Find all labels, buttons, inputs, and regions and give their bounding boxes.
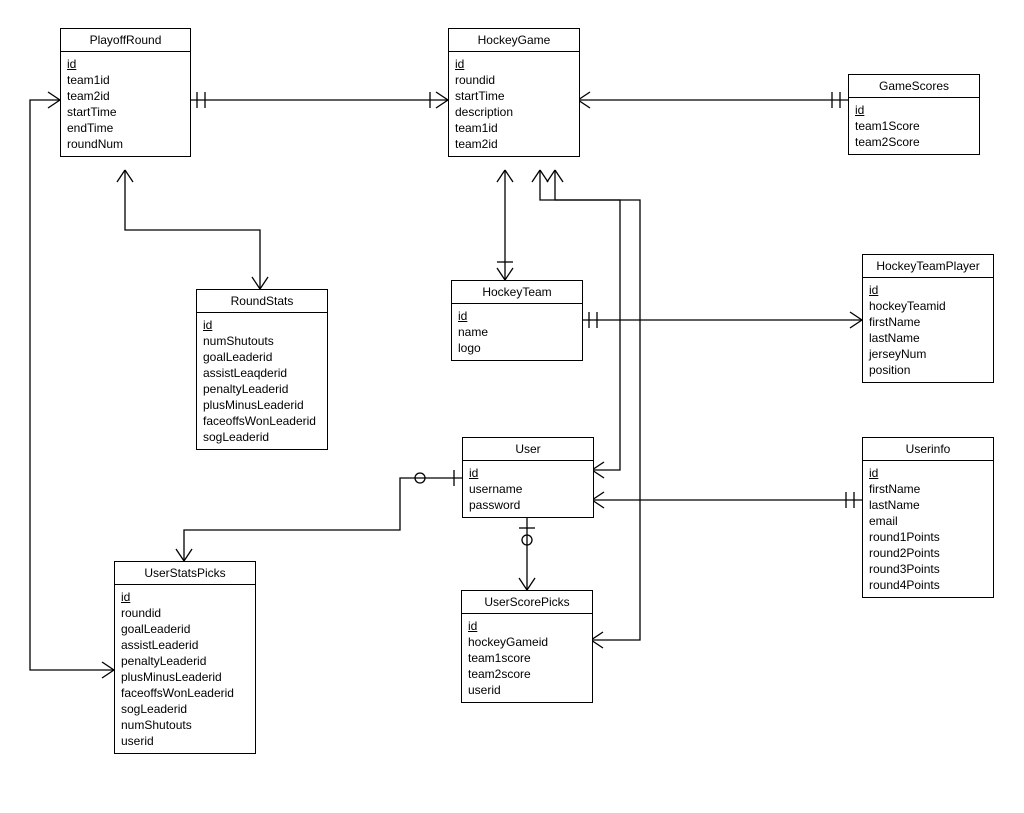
entity-attr: penaltyLeaderid: [121, 653, 249, 669]
entity-attr: team2score: [468, 666, 586, 682]
entity-attr: logo: [458, 340, 576, 356]
entity-attr: lastName: [869, 330, 987, 346]
entity-attr: roundNum: [67, 136, 184, 152]
entity-attr: startTime: [67, 104, 184, 120]
entity-attr: sogLeaderid: [203, 429, 321, 445]
entity-attr: endTime: [67, 120, 184, 136]
entity-attr: userid: [468, 682, 586, 698]
entity-gamescores: GameScores idteam1Scoreteam2Score: [848, 74, 980, 155]
entity-attr: assistLeaqderid: [203, 365, 321, 381]
entity-attr: team1Score: [855, 118, 973, 134]
entity-attr: password: [469, 497, 587, 513]
entity-attr: jerseyNum: [869, 346, 987, 362]
entity-attr: id: [869, 465, 987, 481]
entity-attr: assistLeaderid: [121, 637, 249, 653]
entity-roundstats: RoundStats idnumShutoutsgoalLeaderidassi…: [196, 289, 328, 450]
entity-attrs: idhockeyTeamidfirstNamelastNamejerseyNum…: [863, 278, 993, 382]
entity-attr: team2Score: [855, 134, 973, 150]
entity-attr: team2id: [67, 88, 184, 104]
entity-attr: position: [869, 362, 987, 378]
entity-attr: plusMinusLeaderid: [203, 397, 321, 413]
entity-attr: round3Points: [869, 561, 987, 577]
entity-attr: goalLeaderid: [121, 621, 249, 637]
entity-attr: lastName: [869, 497, 987, 513]
entity-user: User idusernamepassword: [462, 437, 594, 518]
entity-attr: id: [455, 56, 573, 72]
entity-attr: roundid: [455, 72, 573, 88]
entity-title: User: [463, 438, 593, 461]
entity-title: HockeyGame: [449, 29, 579, 52]
entity-attr: description: [455, 104, 573, 120]
entity-attr: id: [468, 618, 586, 634]
entity-attr: firstName: [869, 481, 987, 497]
entity-attr: team2id: [455, 136, 573, 152]
er-diagram-canvas: PlayoffRound idteam1idteam2idstartTimeen…: [0, 0, 1024, 813]
entity-title: PlayoffRound: [61, 29, 190, 52]
entity-attr: id: [469, 465, 587, 481]
entity-attrs: idusernamepassword: [463, 461, 593, 517]
entity-hockeygame: HockeyGame idroundidstartTimedescription…: [448, 28, 580, 157]
entity-attr: id: [869, 282, 987, 298]
entity-attr: id: [458, 308, 576, 324]
entity-attr: id: [67, 56, 184, 72]
entity-attr: id: [855, 102, 973, 118]
entity-attrs: idteam1idteam2idstartTimeendTimeroundNum: [61, 52, 190, 156]
entity-attr: hockeyTeamid: [869, 298, 987, 314]
entity-title: HockeyTeamPlayer: [863, 255, 993, 278]
entity-title: Userinfo: [863, 438, 993, 461]
entity-attr: name: [458, 324, 576, 340]
entity-attr: penaltyLeaderid: [203, 381, 321, 397]
entity-attr: round1Points: [869, 529, 987, 545]
entity-attr: faceoffsWonLeaderid: [121, 685, 249, 701]
entity-hockeyteamplayer: HockeyTeamPlayer idhockeyTeamidfirstName…: [862, 254, 994, 383]
entity-title: UserScorePicks: [462, 591, 592, 614]
entity-attr: id: [203, 317, 321, 333]
entity-title: UserStatsPicks: [115, 562, 255, 585]
entity-attrs: idfirstNamelastNameemailround1Pointsroun…: [863, 461, 993, 597]
entity-attrs: idnumShutoutsgoalLeaderidassistLeaqderid…: [197, 313, 327, 449]
entity-attr: email: [869, 513, 987, 529]
entity-attr: numShutouts: [121, 717, 249, 733]
entity-attr: hockeyGameid: [468, 634, 586, 650]
entity-attr: goalLeaderid: [203, 349, 321, 365]
entity-title: RoundStats: [197, 290, 327, 313]
entity-userinfo: Userinfo idfirstNamelastNameemailround1P…: [862, 437, 994, 598]
entity-attr: team1id: [67, 72, 184, 88]
entity-attrs: idteam1Scoreteam2Score: [849, 98, 979, 154]
entity-attr: firstName: [869, 314, 987, 330]
entity-attr: id: [121, 589, 249, 605]
entity-attr: username: [469, 481, 587, 497]
entity-attr: numShutouts: [203, 333, 321, 349]
entity-title: GameScores: [849, 75, 979, 98]
entity-attr: faceoffsWonLeaderid: [203, 413, 321, 429]
entity-attr: team1id: [455, 120, 573, 136]
entity-attrs: idhockeyGameidteam1scoreteam2scoreuserid: [462, 614, 592, 702]
entity-hockeyteam: HockeyTeam idnamelogo: [451, 280, 583, 361]
entity-attr: team1score: [468, 650, 586, 666]
entity-userstatspicks: UserStatsPicks idroundidgoalLeaderidassi…: [114, 561, 256, 754]
entity-attr: sogLeaderid: [121, 701, 249, 717]
entity-attr: userid: [121, 733, 249, 749]
entity-attrs: idnamelogo: [452, 304, 582, 360]
entity-attrs: idroundidstartTimedescriptionteam1idteam…: [449, 52, 579, 156]
entity-userscorepicks: UserScorePicks idhockeyGameidteam1scoret…: [461, 590, 593, 703]
entity-attr: plusMinusLeaderid: [121, 669, 249, 685]
entity-title: HockeyTeam: [452, 281, 582, 304]
entity-attr: round4Points: [869, 577, 987, 593]
entity-attr: startTime: [455, 88, 573, 104]
entity-attrs: idroundidgoalLeaderidassistLeaderidpenal…: [115, 585, 255, 753]
entity-playoffround: PlayoffRound idteam1idteam2idstartTimeen…: [60, 28, 191, 157]
entity-attr: round2Points: [869, 545, 987, 561]
entity-attr: roundid: [121, 605, 249, 621]
